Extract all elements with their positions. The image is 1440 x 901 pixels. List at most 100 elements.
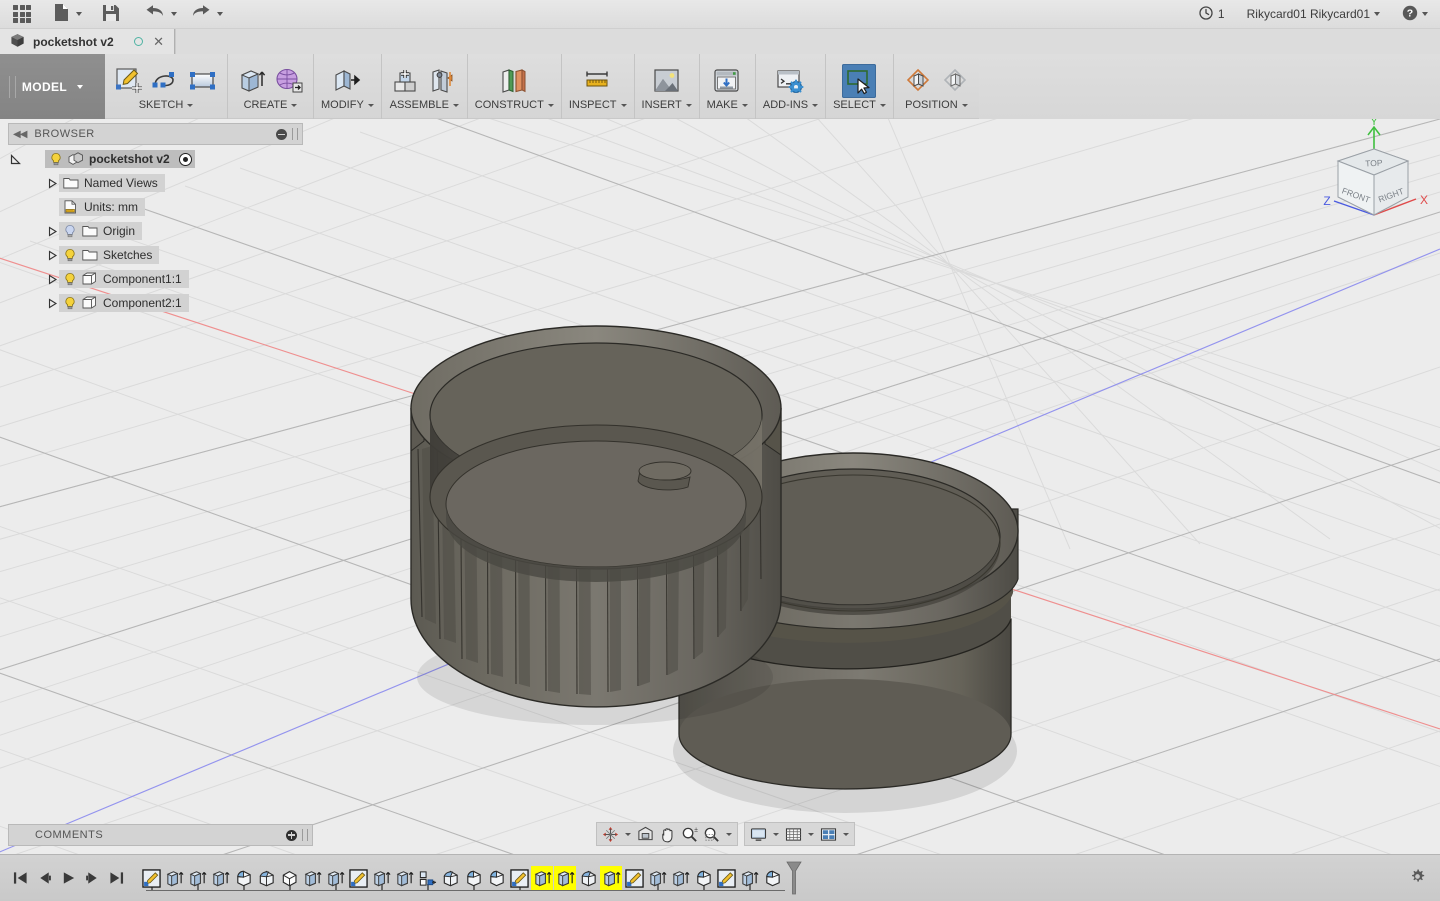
timeline-feature-fillet[interactable]	[232, 866, 254, 890]
ribbon-group-label-addins[interactable]: ADD-INS	[763, 99, 819, 111]
offset-plane-icon[interactable]	[497, 64, 531, 98]
display-settings-icon[interactable]	[747, 824, 769, 844]
look-at-icon[interactable]	[634, 824, 656, 844]
timeline-feature-extrude[interactable]	[301, 866, 323, 890]
zoom-window-icon[interactable]	[700, 824, 722, 844]
rectangle-icon[interactable]	[186, 64, 220, 98]
resize-grip-icon[interactable]	[302, 829, 308, 841]
browser-header[interactable]: ◀◀ BROWSER	[8, 123, 303, 145]
timeline-track[interactable]	[140, 858, 803, 898]
timeline-feature-sketch[interactable]	[508, 866, 530, 890]
minimize-icon[interactable]	[276, 128, 287, 140]
visibility-bulb-icon[interactable]	[63, 272, 77, 286]
spline-icon[interactable]	[149, 64, 183, 98]
step-forward-icon[interactable]	[80, 864, 104, 892]
close-icon[interactable]: ✕	[151, 35, 166, 48]
extrude-icon[interactable]	[235, 64, 269, 98]
tree-item-named-views[interactable]: Named Views	[59, 174, 165, 192]
new-component-icon[interactable]	[389, 64, 423, 98]
save-button[interactable]	[90, 0, 132, 28]
jump-end-icon[interactable]	[104, 864, 128, 892]
timeline-feature-extrude[interactable]	[600, 866, 622, 890]
collapse-left-icon[interactable]: ◀◀	[13, 129, 27, 140]
tree-item-component1[interactable]: Component1:1	[59, 270, 189, 288]
timeline-feature-fillet[interactable]	[485, 866, 507, 890]
expand-arrow-collapsed-icon[interactable]	[45, 250, 59, 261]
press-pull-icon[interactable]	[330, 64, 364, 98]
timeline-feature-fillet[interactable]	[462, 866, 484, 890]
timeline-feature-sketch[interactable]	[715, 866, 737, 890]
expand-arrow-collapsed-icon[interactable]	[45, 226, 59, 237]
add-comment-icon[interactable]	[286, 829, 297, 841]
viewport-layout-icon[interactable]	[817, 824, 839, 844]
app-grid-button[interactable]	[0, 0, 44, 28]
pattern-icon[interactable]	[272, 64, 306, 98]
help-menu[interactable]: ?	[1402, 5, 1428, 24]
comments-panel[interactable]: COMMENTS	[8, 824, 313, 846]
visibility-bulb-icon[interactable]	[63, 296, 77, 310]
grid-snap-icon[interactable]	[782, 824, 804, 844]
visibility-bulb-icon[interactable]	[63, 248, 77, 262]
ribbon-group-label-inspect[interactable]: INSPECT	[569, 99, 627, 111]
select-window-icon[interactable]	[842, 64, 877, 98]
timeline-feature-fillet[interactable]	[761, 866, 783, 890]
tree-item-origin[interactable]: Origin	[59, 222, 143, 240]
tree-row-named-views[interactable]: Named Views	[8, 173, 303, 193]
timeline-feature-box[interactable]	[278, 866, 300, 890]
ribbon-group-label-make[interactable]: MAKE	[707, 99, 748, 111]
timeline-feature-shell[interactable]	[255, 866, 277, 890]
script-addin-icon[interactable]	[773, 64, 807, 98]
jump-start-icon[interactable]	[8, 864, 32, 892]
orbit-icon[interactable]	[599, 824, 621, 844]
timeline-feature-extrude[interactable]	[531, 866, 553, 890]
ribbon-group-label-create[interactable]: CREATE	[244, 99, 298, 111]
chevron-down-icon[interactable]	[722, 832, 735, 836]
expand-arrow-collapsed-icon[interactable]	[45, 178, 59, 189]
play-icon[interactable]	[56, 864, 80, 892]
settings-gear-icon[interactable]	[1409, 868, 1426, 888]
activate-component-radio[interactable]	[178, 152, 192, 166]
create-sketch-icon[interactable]	[112, 64, 146, 98]
visibility-bulb-icon[interactable]	[49, 152, 63, 166]
tree-row-units[interactable]: Units: mm	[8, 197, 303, 217]
tree-row-origin[interactable]: Origin	[8, 221, 303, 241]
undo-button[interactable]	[138, 0, 184, 28]
timeline-feature-extrude[interactable]	[738, 866, 760, 890]
tree-row-component1[interactable]: Component1:1	[8, 269, 303, 289]
ribbon-group-label-modify[interactable]: MODIFY	[321, 99, 374, 111]
view-cube[interactable]: Y X Z TOP FRONT RIGHT	[1306, 119, 1436, 234]
timeline-end-marker[interactable]	[785, 861, 803, 895]
ribbon-group-label-sketch[interactable]: SKETCH	[139, 99, 194, 111]
tree-item-pocketshot[interactable]: pocketshot v2	[45, 150, 195, 168]
timeline-feature-sketch[interactable]	[347, 866, 369, 890]
new-document-button[interactable]	[44, 0, 90, 28]
timeline-feature-fillet[interactable]	[692, 866, 714, 890]
timeline-feature-sketch[interactable]	[140, 866, 162, 890]
document-tab[interactable]: pocketshot v2 ✕	[0, 29, 175, 54]
chevron-down-icon[interactable]	[839, 832, 852, 836]
ribbon-group-label-select[interactable]: SELECT	[833, 99, 886, 111]
tree-item-sketches[interactable]: Sketches	[59, 246, 160, 264]
joint-icon[interactable]	[426, 64, 460, 98]
timeline-feature-extrude[interactable]	[209, 866, 231, 890]
timeline-feature-extrude[interactable]	[324, 866, 346, 890]
ribbon-group-label-construct[interactable]: CONSTRUCT	[475, 99, 554, 111]
expand-arrow-expanded-icon[interactable]	[8, 153, 22, 165]
ribbon-group-label-insert[interactable]: INSERT	[642, 99, 692, 111]
position-icon[interactable]	[901, 64, 935, 98]
chevron-down-icon[interactable]	[769, 832, 782, 836]
tree-item-component2[interactable]: Component2:1	[59, 294, 189, 312]
insert-image-icon[interactable]	[650, 64, 684, 98]
resize-grip-icon[interactable]	[292, 128, 298, 140]
timeline-feature-extrude[interactable]	[163, 866, 185, 890]
timeline-feature-component[interactable]	[416, 866, 438, 890]
timeline-feature-shell[interactable]	[577, 866, 599, 890]
tree-row-root[interactable]: pocketshot v2	[8, 149, 303, 169]
ribbon-group-label-position[interactable]: POSITION	[905, 99, 968, 111]
3d-viewport[interactable]: ◀◀ BROWSER pocketshot v2 Named Views Uni…	[0, 119, 1440, 854]
3d-print-icon[interactable]	[710, 64, 744, 98]
tree-row-sketches[interactable]: Sketches	[8, 245, 303, 265]
chevron-down-icon[interactable]	[804, 832, 817, 836]
tree-row-component2[interactable]: Component2:1	[8, 293, 303, 313]
expand-arrow-collapsed-icon[interactable]	[45, 298, 59, 309]
